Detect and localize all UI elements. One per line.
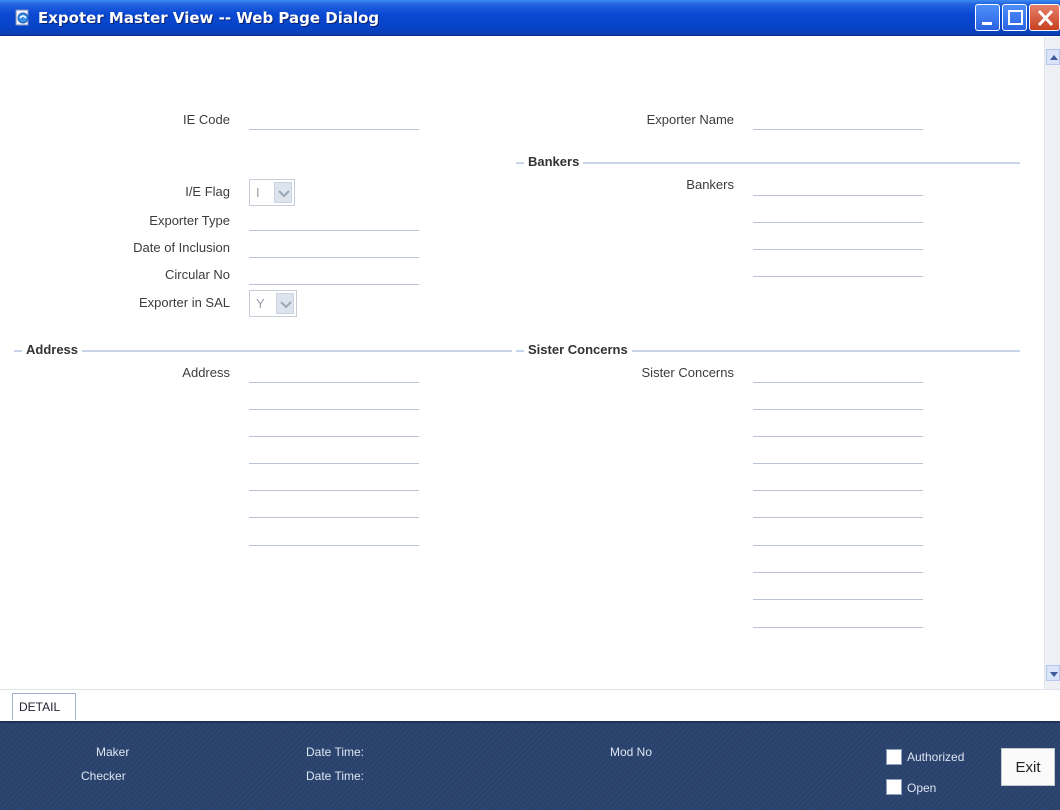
ie-code-input[interactable] — [249, 114, 419, 130]
sister-concerns-input-3[interactable] — [753, 421, 923, 437]
bankers-label: Bankers — [686, 177, 734, 192]
minimize-icon — [982, 22, 992, 25]
form-content: IE Code Exporter Name Bankers I/E Flag I… — [0, 37, 1044, 689]
exporter-in-sal-select[interactable]: Y — [249, 290, 297, 317]
tab-bar: DETAIL — [0, 689, 1060, 721]
authorized-label: Authorized — [907, 750, 965, 764]
circular-no-input[interactable] — [249, 269, 419, 285]
exporter-name-input[interactable] — [753, 114, 923, 130]
address-input-1[interactable] — [249, 367, 419, 383]
checker-date-time-label: Date Time: — [306, 769, 365, 783]
tab-detail[interactable]: DETAIL — [12, 693, 76, 720]
ie-page-icon — [15, 9, 29, 26]
sister-concerns-input-10[interactable] — [753, 612, 923, 628]
bankers-input-3[interactable] — [753, 234, 923, 250]
exporter-type-label: Exporter Type — [149, 213, 230, 228]
vertical-scrollbar[interactable] — [1044, 37, 1060, 689]
sister-concerns-section-title: Sister Concerns — [524, 342, 632, 357]
bankers-input-4[interactable] — [753, 261, 923, 277]
maker-label: Maker — [96, 745, 130, 759]
ie-flag-value: I — [256, 185, 260, 200]
mod-no-label: Mod No — [610, 745, 653, 759]
sister-concerns-input-7[interactable] — [753, 530, 923, 546]
address-input-5[interactable] — [249, 475, 419, 491]
chevron-down-icon — [274, 182, 292, 203]
date-of-inclusion-label: Date of Inclusion — [133, 240, 230, 255]
address-section-title: Address — [22, 342, 83, 357]
title-bar: Expoter Master View -- Web Page Dialog — [0, 0, 1060, 36]
close-icon — [1037, 9, 1054, 27]
address-input-3[interactable] — [249, 421, 419, 437]
address-input-6[interactable] — [249, 502, 419, 518]
address-label: Address — [182, 365, 230, 380]
ie-flag-label: I/E Flag — [185, 184, 230, 199]
sister-concerns-section-header: Sister Concerns — [516, 342, 1020, 358]
maker-date-time-label: Date Time: — [306, 745, 365, 759]
bankers-section-header: Bankers — [516, 154, 1020, 170]
window-title: Expoter Master View -- Web Page Dialog — [38, 9, 380, 27]
sister-concerns-input-6[interactable] — [753, 502, 923, 518]
address-input-4[interactable] — [249, 448, 419, 464]
maximize-icon — [1008, 10, 1023, 25]
minimize-button[interactable] — [975, 4, 1000, 31]
sister-concerns-input-4[interactable] — [753, 448, 923, 464]
circular-no-label: Circular No — [164, 267, 230, 282]
audit-footer: Maker Checker Date Time: Date Time: Mod … — [0, 721, 1060, 810]
authorized-checkbox[interactable] — [886, 749, 902, 765]
arrow-down-icon — [1050, 672, 1058, 677]
scroll-up-button[interactable] — [1046, 49, 1060, 65]
arrow-up-icon — [1050, 55, 1058, 60]
ie-flag-select[interactable]: I — [249, 179, 295, 206]
sister-concerns-label: Sister Concerns — [641, 365, 734, 380]
sister-concerns-input-9[interactable] — [753, 584, 923, 600]
address-input-2[interactable] — [249, 394, 419, 410]
bankers-section-title: Bankers — [524, 154, 584, 169]
open-label: Open — [907, 781, 937, 795]
sister-concerns-input-2[interactable] — [753, 394, 923, 410]
chevron-down-icon — [276, 293, 294, 314]
exporter-type-input[interactable] — [249, 215, 419, 231]
address-input-7[interactable] — [249, 530, 419, 546]
maximize-button[interactable] — [1002, 4, 1027, 31]
exporter-in-sal-value: Y — [256, 296, 265, 311]
exporter-in-sal-label: Exporter in SAL — [138, 295, 230, 310]
checker-label: Checker — [81, 769, 126, 783]
sister-concerns-input-5[interactable] — [753, 475, 923, 491]
sister-concerns-input-1[interactable] — [753, 367, 923, 383]
close-button[interactable] — [1029, 4, 1060, 31]
exporter-name-label: Exporter Name — [646, 112, 734, 127]
ie-code-label: IE Code — [183, 112, 230, 127]
bankers-input-1[interactable] — [753, 180, 923, 196]
bankers-input-2[interactable] — [753, 207, 923, 223]
sister-concerns-input-8[interactable] — [753, 557, 923, 573]
address-section-header: Address — [14, 342, 512, 358]
exit-button[interactable]: Exit — [1001, 748, 1055, 786]
date-of-inclusion-input[interactable] — [249, 242, 419, 258]
open-checkbox[interactable] — [886, 779, 902, 795]
scroll-down-button[interactable] — [1046, 665, 1060, 681]
